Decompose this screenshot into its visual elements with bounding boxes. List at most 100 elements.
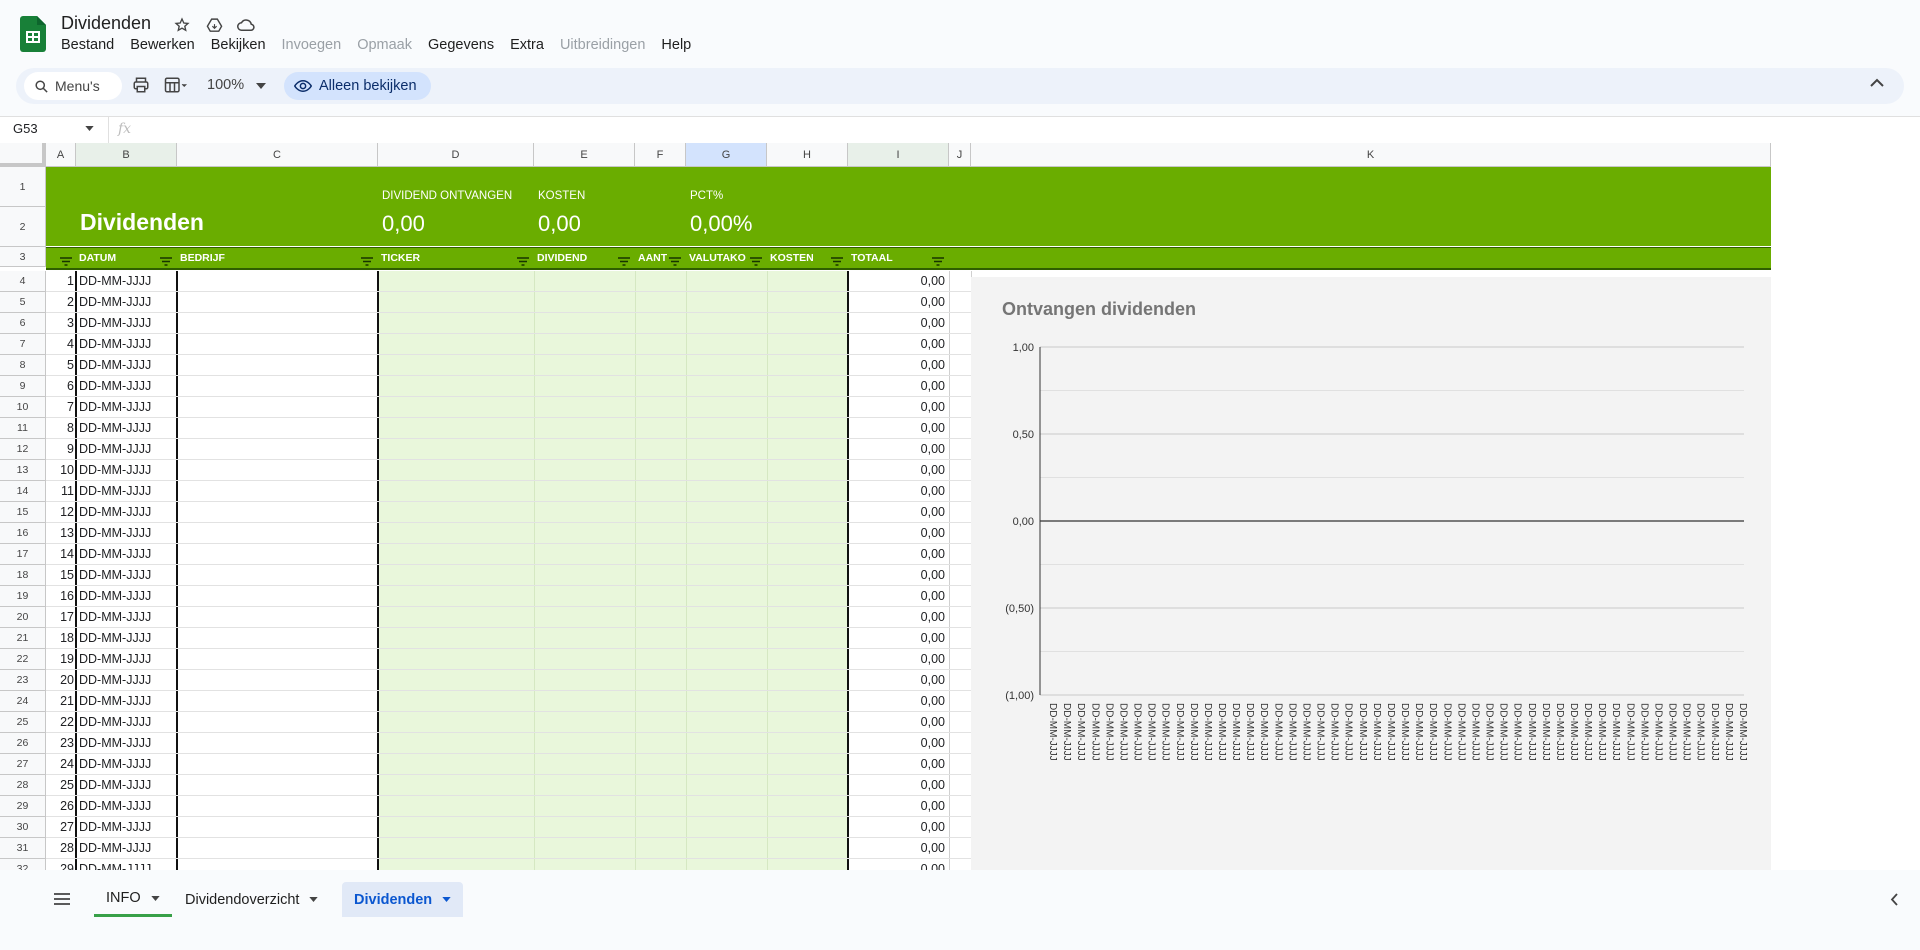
- date-cell[interactable]: DD-MM-JJJJ: [79, 334, 151, 354]
- tab-dividendoverzicht[interactable]: Dividendoverzicht: [173, 882, 330, 917]
- row-header[interactable]: 1: [0, 167, 46, 207]
- menu-help[interactable]: Help: [661, 37, 691, 53]
- total-cell[interactable]: 0,00: [850, 292, 945, 312]
- row-index[interactable]: 1: [46, 271, 74, 291]
- row-index[interactable]: 2: [46, 292, 74, 312]
- select-all-corner[interactable]: [0, 143, 46, 167]
- row-index[interactable]: 15: [46, 565, 74, 585]
- row-header[interactable]: 6: [0, 313, 46, 334]
- filter-icon[interactable]: [160, 253, 172, 271]
- date-cell[interactable]: DD-MM-JJJJ: [79, 838, 151, 858]
- date-cell[interactable]: DD-MM-JJJJ: [79, 775, 151, 795]
- move-to-drive-icon[interactable]: [204, 15, 224, 35]
- total-cell[interactable]: 0,00: [850, 691, 945, 711]
- date-cell[interactable]: DD-MM-JJJJ: [79, 670, 151, 690]
- date-cell[interactable]: DD-MM-JJJJ: [79, 691, 151, 711]
- row-index[interactable]: 20: [46, 670, 74, 690]
- row-header[interactable]: 17: [0, 544, 46, 565]
- tab-info[interactable]: INFO: [94, 882, 172, 917]
- total-cell[interactable]: 0,00: [850, 817, 945, 837]
- total-cell[interactable]: 0,00: [850, 628, 945, 648]
- row-index[interactable]: 18: [46, 628, 74, 648]
- row-index[interactable]: 7: [46, 397, 74, 417]
- menu-bewerken[interactable]: Bewerken: [130, 37, 194, 53]
- row-header[interactable]: 26: [0, 733, 46, 754]
- total-cell[interactable]: 0,00: [850, 670, 945, 690]
- row-index[interactable]: 24: [46, 754, 74, 774]
- column-header-j[interactable]: J: [949, 143, 971, 167]
- row-index[interactable]: 4: [46, 334, 74, 354]
- column-header-b[interactable]: B: [76, 143, 177, 167]
- row-index[interactable]: 11: [46, 481, 74, 501]
- sheets-logo-icon[interactable]: [20, 16, 46, 52]
- row-index[interactable]: 25: [46, 775, 74, 795]
- row-index[interactable]: 28: [46, 838, 74, 858]
- row-index[interactable]: 19: [46, 649, 74, 669]
- date-cell[interactable]: DD-MM-JJJJ: [79, 376, 151, 396]
- date-cell[interactable]: DD-MM-JJJJ: [79, 859, 151, 870]
- total-cell[interactable]: 0,00: [850, 460, 945, 480]
- column-header-a[interactable]: A: [46, 143, 76, 167]
- total-cell[interactable]: 0,00: [850, 313, 945, 333]
- total-cell[interactable]: 0,00: [850, 376, 945, 396]
- column-header-g[interactable]: G: [686, 143, 767, 167]
- document-title[interactable]: Dividenden: [61, 13, 151, 34]
- row-header[interactable]: 4: [0, 271, 46, 292]
- menu-uitbreidingen[interactable]: Uitbreidingen: [560, 37, 645, 53]
- date-cell[interactable]: DD-MM-JJJJ: [79, 271, 151, 291]
- row-index[interactable]: 13: [46, 523, 74, 543]
- row-header[interactable]: 9: [0, 376, 46, 397]
- row-header[interactable]: 31: [0, 838, 46, 859]
- filter-icon[interactable]: [361, 253, 373, 271]
- row-header[interactable]: 22: [0, 649, 46, 670]
- zoom-select[interactable]: 100%: [207, 77, 244, 93]
- menu-bestand[interactable]: Bestand: [61, 37, 114, 53]
- star-icon[interactable]: [172, 15, 192, 35]
- total-cell[interactable]: 0,00: [850, 859, 945, 870]
- all-sheets-menu-icon[interactable]: [54, 893, 70, 905]
- row-header[interactable]: 10: [0, 397, 46, 418]
- total-cell[interactable]: 0,00: [850, 523, 945, 543]
- value-kosten[interactable]: 0,00: [538, 211, 581, 237]
- row-index[interactable]: 27: [46, 817, 74, 837]
- row-header[interactable]: 12: [0, 439, 46, 460]
- row-header[interactable]: 20: [0, 607, 46, 628]
- menu-opmaak[interactable]: Opmaak: [357, 37, 412, 53]
- row-header[interactable]: 13: [0, 460, 46, 481]
- tab-dividendoverzicht-dropdown-icon[interactable]: [309, 897, 319, 902]
- value-dividend-ontvangen[interactable]: 0,00: [382, 211, 425, 237]
- view-only-badge[interactable]: Alleen bekijken: [284, 72, 431, 100]
- total-cell[interactable]: 0,00: [850, 418, 945, 438]
- total-cell[interactable]: 0,00: [850, 565, 945, 585]
- column-header-k[interactable]: K: [971, 143, 1771, 167]
- date-cell[interactable]: DD-MM-JJJJ: [79, 418, 151, 438]
- total-cell[interactable]: 0,00: [850, 502, 945, 522]
- column-header-i[interactable]: I: [848, 143, 949, 167]
- total-cell[interactable]: 0,00: [850, 796, 945, 816]
- row-header[interactable]: 14: [0, 481, 46, 502]
- menu-extra[interactable]: Extra: [510, 37, 544, 53]
- date-cell[interactable]: DD-MM-JJJJ: [79, 733, 151, 753]
- date-cell[interactable]: DD-MM-JJJJ: [79, 586, 151, 606]
- name-box-dropdown-icon[interactable]: [85, 126, 94, 131]
- name-box[interactable]: G53: [13, 121, 38, 136]
- date-cell[interactable]: DD-MM-JJJJ: [79, 313, 151, 333]
- date-cell[interactable]: DD-MM-JJJJ: [79, 481, 151, 501]
- total-cell[interactable]: 0,00: [850, 271, 945, 291]
- date-cell[interactable]: DD-MM-JJJJ: [79, 754, 151, 774]
- total-cell[interactable]: 0,00: [850, 397, 945, 417]
- row-index[interactable]: 10: [46, 460, 74, 480]
- row-header[interactable]: 11: [0, 418, 46, 439]
- row-index[interactable]: 16: [46, 586, 74, 606]
- row-header[interactable]: 30: [0, 817, 46, 838]
- row-index[interactable]: 21: [46, 691, 74, 711]
- tab-dividenden[interactable]: Dividenden: [342, 882, 464, 917]
- filter-icon[interactable]: [669, 253, 681, 271]
- total-cell[interactable]: 0,00: [850, 712, 945, 732]
- row-header[interactable]: 5: [0, 292, 46, 313]
- row-header[interactable]: 18: [0, 565, 46, 586]
- date-cell[interactable]: DD-MM-JJJJ: [79, 397, 151, 417]
- value-pct[interactable]: 0,00%: [690, 211, 752, 237]
- date-cell[interactable]: DD-MM-JJJJ: [79, 355, 151, 375]
- row-index[interactable]: 23: [46, 733, 74, 753]
